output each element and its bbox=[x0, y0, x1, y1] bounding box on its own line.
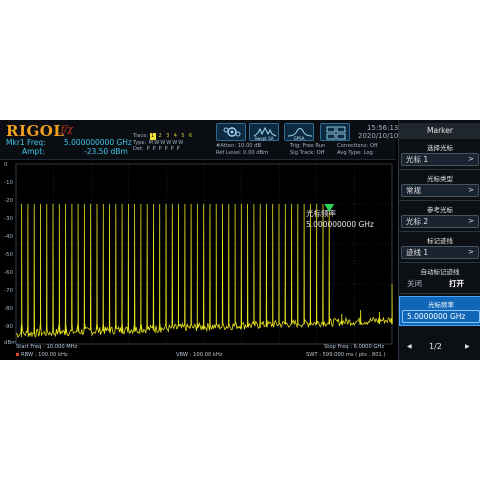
det-value: P bbox=[176, 146, 180, 152]
page-navigator: ◀ 1/2 ▶ bbox=[399, 338, 480, 358]
auto-trace-item[interactable]: 自动标记迹线 关闭 打开 bbox=[399, 264, 480, 294]
auto-trace-off[interactable]: 关闭 bbox=[407, 277, 422, 290]
marker-freq-item-label: 光标频率 bbox=[428, 301, 454, 309]
select-marker-value[interactable]: 光标 1 > bbox=[401, 153, 479, 166]
marker-panel: Marker 选择光标 光标 1 > 光标类型 常规 > 参考光标 光标 2 > 标记… bbox=[398, 120, 480, 360]
chevron-right-icon: > bbox=[468, 186, 474, 194]
ref-marker-value[interactable]: 光标 2 > bbox=[401, 215, 479, 228]
page-prev-icon[interactable]: ◀ bbox=[407, 343, 412, 350]
trig-readout: Trig: Free Run bbox=[290, 143, 326, 149]
avg-type-readout: Avg Type: Log bbox=[337, 150, 373, 156]
settings-gear-icon[interactable] bbox=[216, 123, 246, 141]
spectrum-plot[interactable]: 0 -10 -20 -30 -40 -50 -60 -70 -80 -90 dB… bbox=[0, 160, 396, 360]
select-marker-text: 光标 1 bbox=[406, 155, 429, 164]
select-marker-label: 选择光标 bbox=[427, 144, 453, 152]
vbw-readout: VBW : 100.00 kHz bbox=[176, 352, 223, 358]
marker-ampt-label: Ampt: bbox=[22, 147, 45, 156]
marker-readout-value: 5.000000000 GHz bbox=[306, 220, 374, 229]
logo-suffix: ƒ/χ bbox=[61, 125, 73, 135]
clock-time: 15:56:13 bbox=[366, 124, 399, 132]
rbw-readout: RBW : 100.00 kHz bbox=[16, 352, 68, 358]
marker-readout-label: 光标频率 bbox=[306, 209, 336, 218]
swept-sa-label: Swept SA bbox=[254, 136, 274, 141]
auto-trace-label: 自动标记迹线 bbox=[420, 268, 460, 276]
layout-grid-icon[interactable] bbox=[320, 123, 350, 141]
gpsa-icon[interactable]: GPSA bbox=[284, 123, 314, 141]
trace-table: Trace: 1 2 3 4 5 6 Type: MWWWWW Det: PPP… bbox=[133, 133, 194, 153]
swept-sa-icon[interactable]: Swept SA bbox=[249, 123, 279, 141]
spectrum-svg bbox=[15, 163, 393, 345]
auto-trace-on[interactable]: 打开 bbox=[449, 277, 464, 290]
page-next-icon[interactable]: ▶ bbox=[465, 343, 470, 350]
chevron-right-icon: > bbox=[468, 217, 474, 225]
trace-label: Trace: bbox=[133, 133, 148, 139]
rbw-indicator-icon bbox=[16, 353, 19, 356]
chevron-right-icon: > bbox=[468, 248, 474, 256]
trace-6[interactable]: 6 bbox=[188, 133, 194, 140]
page-indicator: 1/2 bbox=[429, 342, 442, 351]
marker-ampt-value: -23.50 dBm bbox=[84, 147, 128, 156]
atten-readout: #Atten: 10.00 dB bbox=[216, 143, 262, 149]
ref-marker-item[interactable]: 参考光标 光标 2 > bbox=[399, 202, 480, 232]
ref-level-readout: Ref Level: 0.00 dBm bbox=[216, 150, 269, 156]
chevron-right-icon: > bbox=[468, 155, 474, 163]
panel-title: Marker bbox=[399, 123, 480, 139]
type-label: Type: bbox=[133, 139, 147, 146]
sig-track-readout: Sig Track: Off bbox=[290, 150, 325, 156]
marker-trace-value[interactable]: 迹线 1 > bbox=[401, 246, 479, 259]
marker-trace-item[interactable]: 标记迹线 迹线 1 > bbox=[399, 233, 480, 263]
marker-readout: 光标频率 5.000000000 GHz bbox=[306, 208, 374, 230]
analyzer-screen: RIGOL ƒ/χ Mkr1 Freq: 5.000000000 GHz Amp… bbox=[0, 120, 480, 360]
clock-date: 2020/10/10 bbox=[358, 132, 399, 140]
marker-type-text: 常规 bbox=[406, 186, 421, 195]
det-label: Det: bbox=[133, 146, 144, 152]
select-marker-item[interactable]: 选择光标 光标 1 > bbox=[399, 140, 480, 170]
marker-type-value[interactable]: 常规 > bbox=[401, 184, 479, 197]
ref-marker-label: 参考光标 bbox=[427, 206, 453, 214]
ref-marker-text: 光标 2 bbox=[406, 217, 429, 226]
marker-freq-value: 5.000000000 GHz bbox=[64, 138, 132, 147]
marker-freq-label: Mkr1 Freq: bbox=[6, 138, 46, 147]
marker-trace-text: 迹线 1 bbox=[406, 248, 429, 257]
marker-type-item[interactable]: 光标类型 常规 > bbox=[399, 171, 480, 201]
stop-freq: Stop Freq : 6.0000 GHz bbox=[324, 344, 385, 350]
marker-type-label: 光标类型 bbox=[427, 175, 453, 183]
gpsa-label: GPSA bbox=[293, 136, 305, 141]
corrections-readout: Corrections: Off bbox=[337, 143, 378, 149]
marker-trace-label: 标记迹线 bbox=[427, 237, 453, 245]
status-header: RIGOL ƒ/χ Mkr1 Freq: 5.000000000 GHz Amp… bbox=[0, 120, 398, 160]
marker-freq-item[interactable]: 光标频率 5.0000000 GHz bbox=[399, 296, 480, 326]
swt-readout: SWT : 599.000 ms ( pts : 801 ) bbox=[306, 352, 386, 358]
start-freq: Start Freq : 10.000 MHz bbox=[16, 344, 78, 350]
auto-trace-toggle[interactable]: 关闭 打开 bbox=[401, 277, 479, 290]
clock: 15:56:13 2020/10/10 bbox=[358, 124, 398, 140]
rbw-value: RBW : 100.00 kHz bbox=[21, 352, 68, 358]
marker-freq-input[interactable]: 5.0000000 GHz bbox=[402, 310, 480, 323]
